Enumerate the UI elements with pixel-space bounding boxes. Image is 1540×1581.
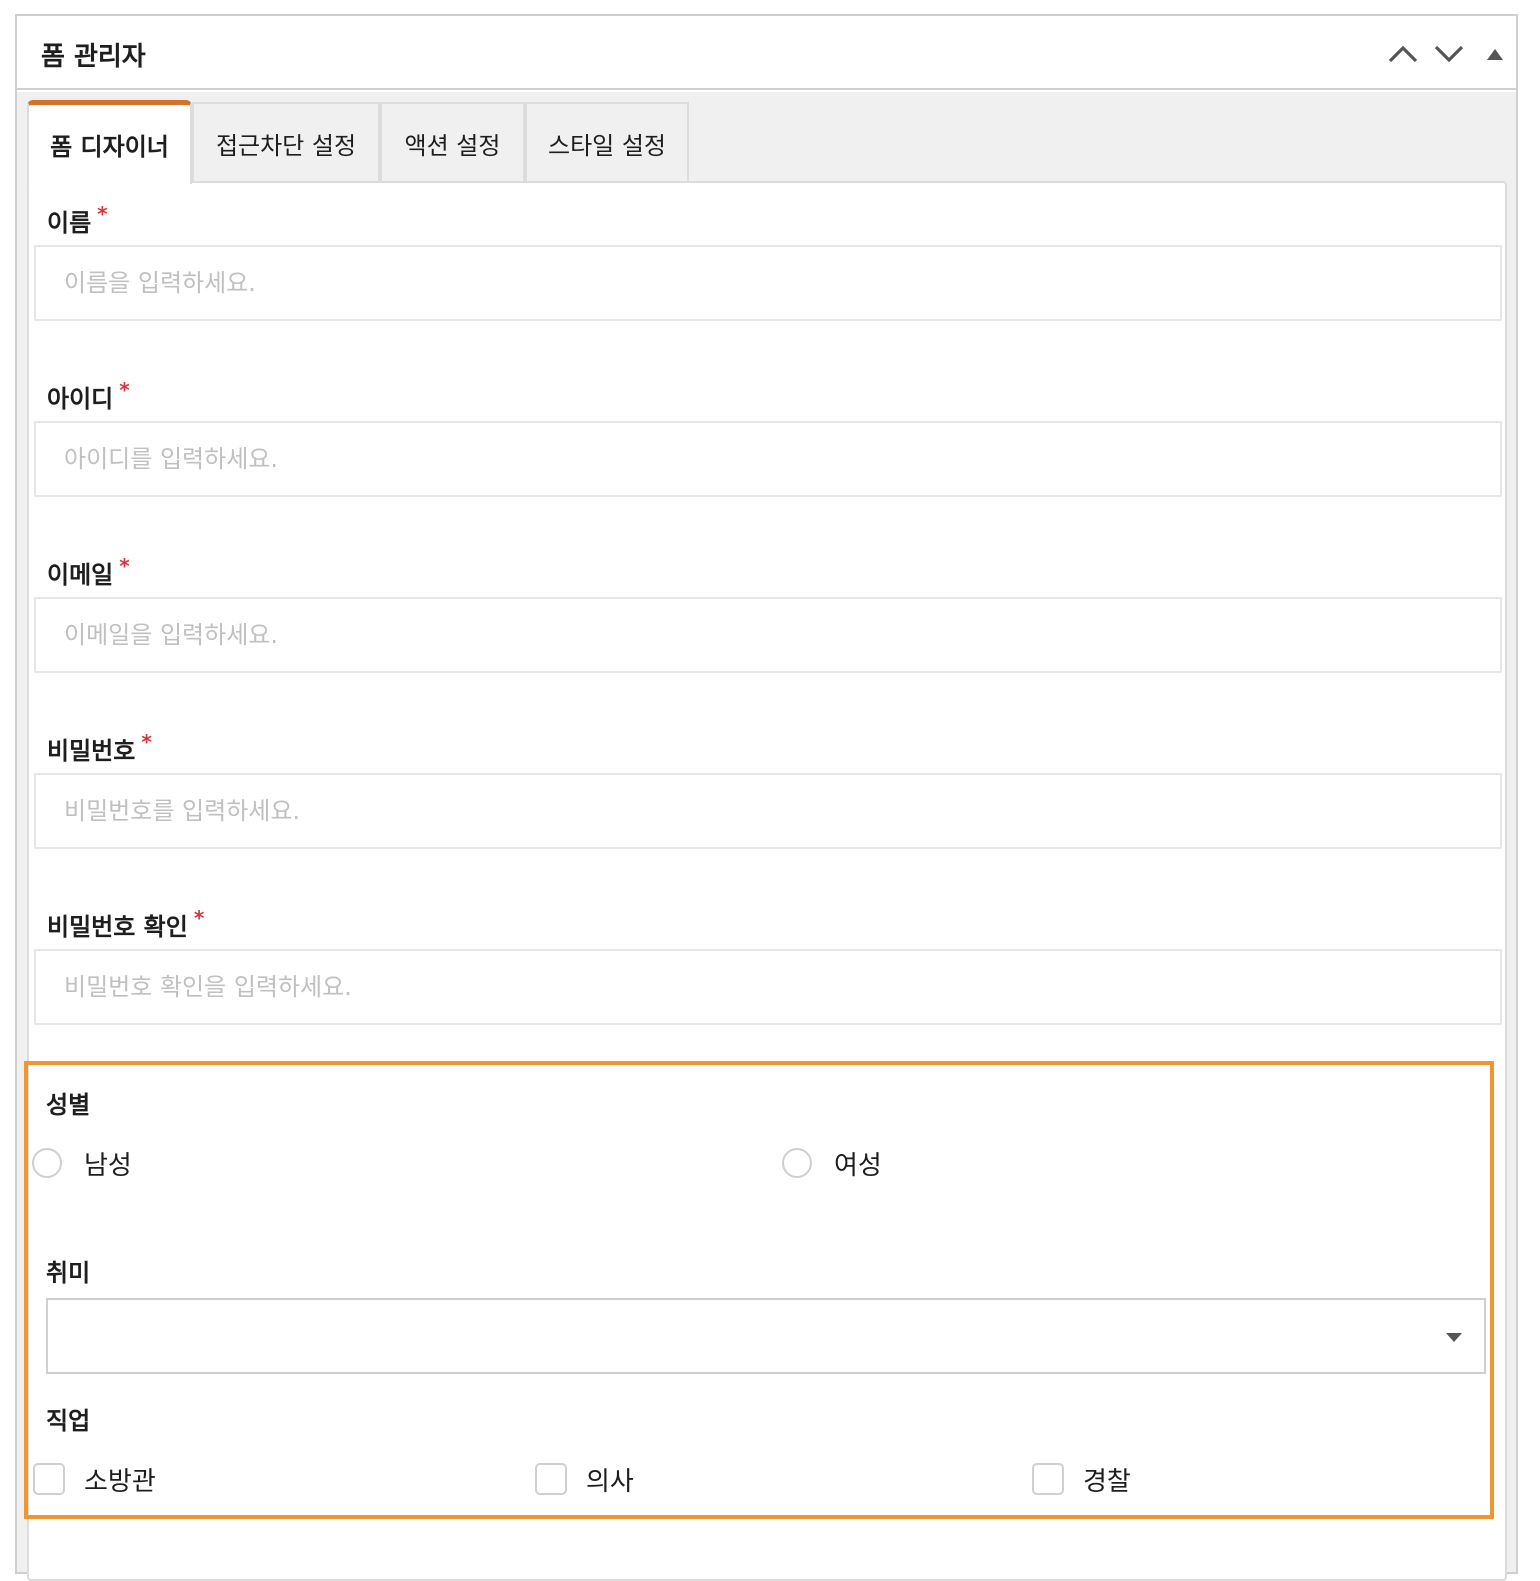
gender-label: 성별: [46, 1091, 91, 1119]
move-up-button[interactable]: [1383, 34, 1423, 74]
chevron-down-icon: [1434, 45, 1464, 63]
tab-action-settings[interactable]: 액션 설정: [380, 102, 525, 182]
name-input[interactable]: [34, 245, 1502, 321]
gender-option-label: 여성: [834, 1151, 882, 1181]
required-mark: *: [119, 554, 130, 578]
required-mark: *: [97, 202, 108, 226]
password-confirm-label: 비밀번호 확인 *: [47, 906, 205, 941]
password-confirm-input[interactable]: [34, 949, 1502, 1025]
form-designer-body: 이름* 아이디* 이메일* 비밀번호* 비밀번호 확인*: [24, 181, 1507, 1581]
panel-title: 폼 관리자: [41, 42, 146, 72]
job-checkbox-police[interactable]: [1032, 1463, 1064, 1495]
job-option-label: 경찰: [1083, 1467, 1131, 1497]
required-mark: *: [141, 730, 152, 754]
triangle-up-icon: [1487, 49, 1503, 60]
hobby-select[interactable]: [46, 1298, 1486, 1374]
gender-option-label: 남성: [84, 1151, 132, 1181]
email-label: 이메일 *: [47, 554, 130, 589]
userid-input[interactable]: [34, 421, 1502, 497]
required-mark: *: [193, 906, 205, 930]
gender-radio-male[interactable]: [32, 1148, 62, 1178]
tab-style-settings[interactable]: 스타일 설정: [525, 102, 689, 182]
collapse-button[interactable]: [1475, 34, 1515, 74]
password-input[interactable]: [34, 773, 1502, 849]
move-down-button[interactable]: [1429, 34, 1469, 74]
hobby-label: 취미: [46, 1259, 91, 1287]
tab-access-block-settings[interactable]: 접근차단 설정: [192, 102, 380, 182]
password-label: 비밀번호 *: [47, 730, 152, 765]
panel-header: 폼 관리자: [17, 16, 1516, 90]
email-input[interactable]: [34, 597, 1502, 673]
chevron-up-icon: [1388, 45, 1418, 63]
tabs-area: 폼 디자이너 접근차단 설정 액션 설정 스타일 설정 이름* 아이디* 이메일…: [17, 92, 1516, 1581]
tab-form-designer[interactable]: 폼 디자이너: [27, 100, 192, 184]
required-mark: *: [119, 378, 130, 402]
gender-radio-female[interactable]: [782, 1148, 812, 1178]
job-checkbox-firefighter[interactable]: [33, 1463, 65, 1495]
form-manager-panel: 폼 관리자 폼 디자이너 접근차단 설정 액션 설정 스타일 설정 이름 * 이…: [15, 14, 1518, 1581]
job-option-label: 의사: [586, 1467, 634, 1497]
job-checkbox-doctor[interactable]: [535, 1463, 567, 1495]
dropdown-arrow-icon: [1446, 1333, 1462, 1342]
userid-label: 아이디 *: [47, 378, 130, 413]
name-label: 이름 *: [47, 202, 108, 237]
selected-fields-highlight: 성별 남성 여성 취미 직업 소방관 의사 경찰: [24, 1061, 1494, 1519]
job-label: 직업: [46, 1407, 91, 1435]
job-option-label: 소방관: [84, 1467, 156, 1497]
